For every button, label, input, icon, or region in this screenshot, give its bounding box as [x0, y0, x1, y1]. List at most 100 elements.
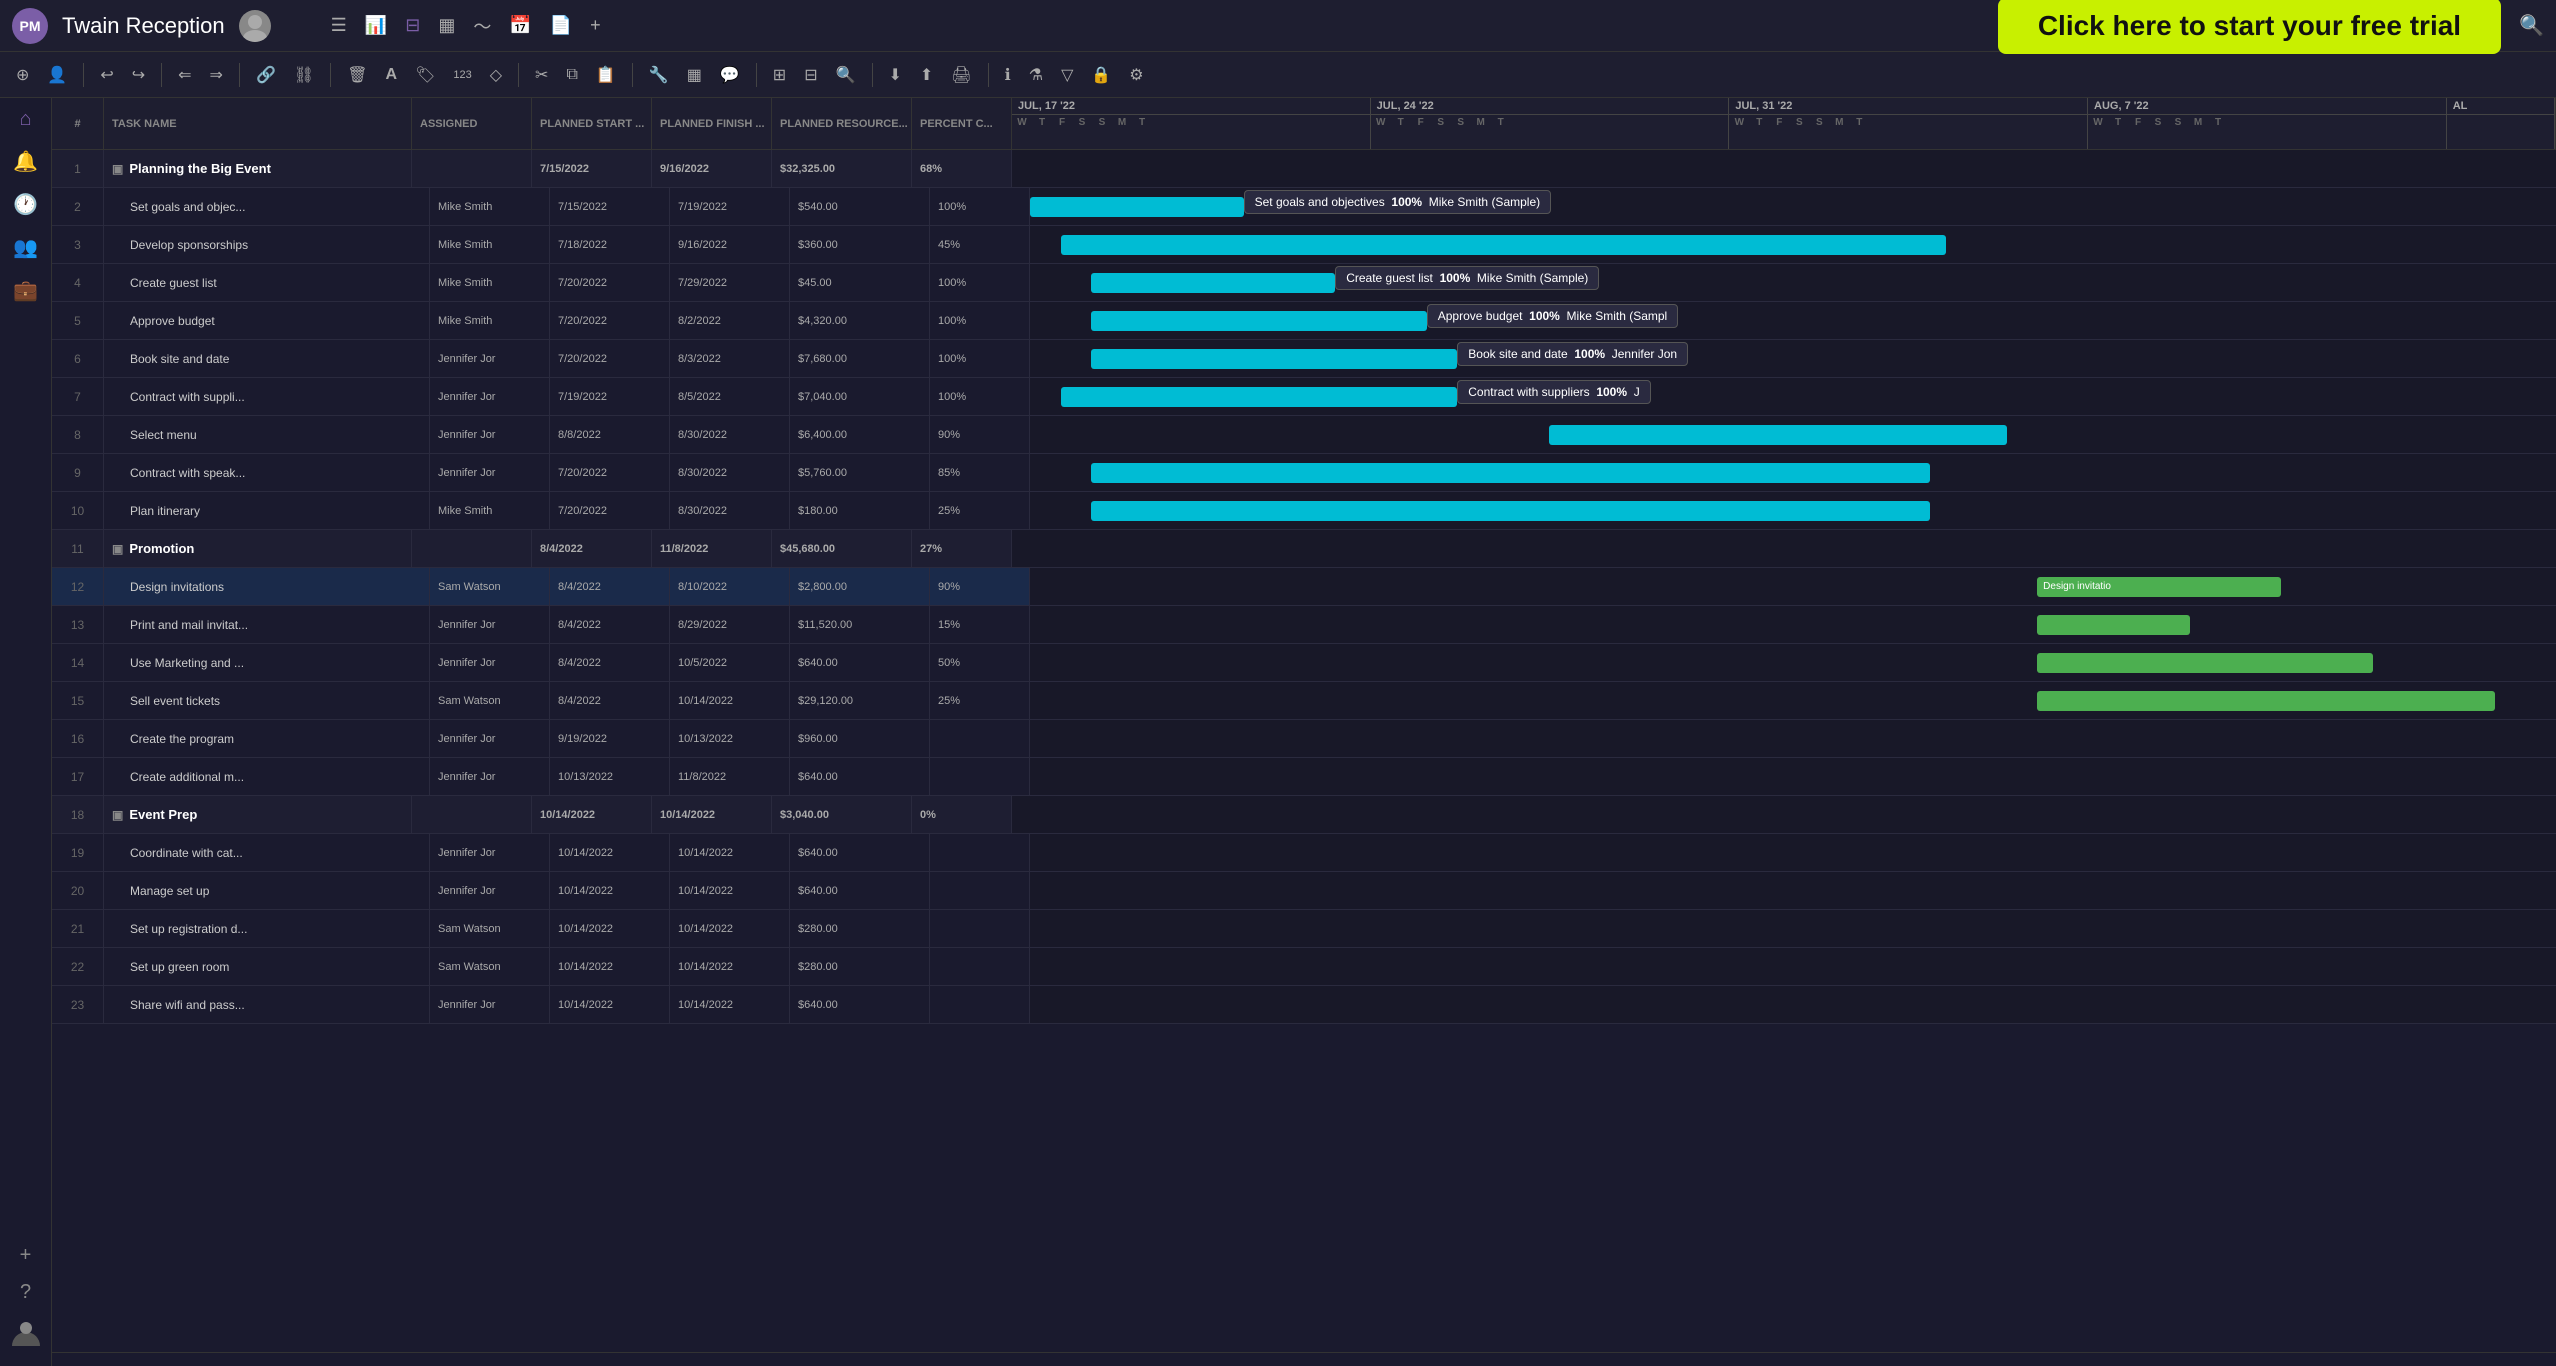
table-row[interactable]: 22 Set up green room Sam Watson 10/14/20… — [52, 948, 2556, 986]
funnel-button[interactable]: ▽ — [1055, 61, 1079, 89]
sidebar-add[interactable]: + — [20, 1244, 32, 1267]
main-area: ⌂ 🔔 🕐 👥 💼 + ? # TASK NAME ASSIGNED PLANN… — [0, 98, 2556, 1366]
table-row[interactable]: 17 Create additional m... Jennifer Jor 1… — [52, 758, 2556, 796]
tag-button[interactable]: 🏷 — [409, 61, 441, 89]
row-resource: $280.00 — [790, 948, 930, 985]
zoom-button[interactable]: 🔍 — [830, 61, 862, 89]
settings-button[interactable]: ⚙ — [1123, 61, 1149, 89]
table-row[interactable]: 15 Sell event tickets Sam Watson 8/4/202… — [52, 682, 2556, 720]
col-header-start[interactable]: PLANNED START ... — [532, 98, 652, 149]
col-header-resource[interactable]: PLANNED RESOURCE... — [772, 98, 912, 149]
gantt-bar — [2037, 615, 2190, 635]
gantt-active-icon[interactable]: ⊟ — [405, 15, 420, 36]
wrench-button[interactable]: 🔧 — [643, 61, 675, 89]
doc-icon[interactable]: 📄 — [550, 15, 572, 36]
table-row[interactable]: 10 Plan itinerary Mike Smith 7/20/2022 8… — [52, 492, 2556, 530]
table2-icon[interactable]: ▦ — [438, 15, 455, 36]
sidebar-notifications[interactable]: 🔔 — [13, 149, 38, 174]
sidebar-user-avatar[interactable] — [12, 1318, 40, 1352]
unlink-button[interactable]: ⛓ — [288, 61, 320, 89]
comment-button[interactable]: 💬 — [714, 61, 746, 89]
menu-icon[interactable]: ☰ — [331, 15, 347, 36]
row-num: 10 — [52, 492, 104, 529]
font-button[interactable]: A — [380, 62, 404, 88]
row-finish: 8/29/2022 — [670, 606, 790, 643]
table-row[interactable]: 4 Create guest list Mike Smith 7/20/2022… — [52, 264, 2556, 302]
table-row[interactable]: 16 Create the program Jennifer Jor 9/19/… — [52, 720, 2556, 758]
sidebar-help[interactable]: ? — [20, 1281, 31, 1304]
undo-button[interactable]: ↩ — [94, 61, 119, 89]
col-header-finish[interactable]: PLANNED FINISH ... — [652, 98, 772, 149]
lock-button[interactable]: 🔒 — [1085, 61, 1117, 89]
collapse-icon[interactable]: ▣ — [112, 542, 123, 556]
tl-day: S — [2148, 115, 2168, 130]
plus-icon[interactable]: + — [590, 15, 601, 36]
calendar-icon[interactable]: 📅 — [509, 15, 531, 36]
table-row[interactable]: 11 ▣Promotion 8/4/2022 11/8/2022 $45,680… — [52, 530, 2556, 568]
collapse-icon[interactable]: ▣ — [112, 808, 123, 822]
print-button[interactable]: 🖨 — [945, 61, 977, 89]
table-row[interactable]: 14 Use Marketing and ... Jennifer Jor 8/… — [52, 644, 2556, 682]
outdent-button[interactable]: ⇐ — [172, 61, 197, 89]
col-header-percent[interactable]: PERCENT C... — [912, 98, 1012, 149]
row-resource: $640.00 — [790, 834, 930, 871]
indent-button[interactable]: ⇒ — [204, 61, 229, 89]
search-icon[interactable]: 🔍 — [2519, 13, 2544, 38]
row-finish: 7/19/2022 — [670, 188, 790, 225]
sidebar-home[interactable]: ⌂ — [19, 108, 31, 131]
copy-button[interactable]: ⧉ — [560, 62, 583, 88]
diamond-button[interactable]: ◇ — [484, 61, 508, 89]
table-row[interactable]: 6 Book site and date Jennifer Jor 7/20/2… — [52, 340, 2556, 378]
wave-icon[interactable]: 〜 — [473, 13, 491, 39]
col-header-task[interactable]: TASK NAME — [104, 98, 412, 149]
table-row[interactable]: 21 Set up registration d... Sam Watson 1… — [52, 910, 2556, 948]
sidebar-clock[interactable]: 🕐 — [13, 192, 38, 217]
table-row[interactable]: 2 Set goals and objec... Mike Smith 7/15… — [52, 188, 2556, 226]
table-row[interactable]: 8 Select menu Jennifer Jor 8/8/2022 8/30… — [52, 416, 2556, 454]
info-button[interactable]: ℹ — [999, 61, 1017, 89]
table-row[interactable]: 12 Design invitations Sam Watson 8/4/202… — [52, 568, 2556, 606]
table-button[interactable]: ▦ — [681, 61, 708, 89]
paste-button[interactable]: 📋 — [590, 61, 622, 89]
separator — [756, 63, 757, 87]
chart-icon[interactable]: 📊 — [365, 15, 387, 36]
table-row[interactable]: 5 Approve budget Mike Smith 7/20/2022 8/… — [52, 302, 2556, 340]
table-row[interactable]: 9 Contract with speak... Jennifer Jor 7/… — [52, 454, 2556, 492]
gantt-cell — [1030, 226, 2556, 263]
tl-day: M — [1829, 115, 1849, 130]
table-row[interactable]: 20 Manage set up Jennifer Jor 10/14/2022… — [52, 872, 2556, 910]
col-header-assigned[interactable]: ASSIGNED — [412, 98, 532, 149]
table-row[interactable]: 23 Share wifi and pass... Jennifer Jor 1… — [52, 986, 2556, 1024]
filter-button[interactable]: ⚗ — [1023, 61, 1049, 89]
upload-button[interactable]: ⬆ — [914, 61, 939, 89]
row-finish: 8/30/2022 — [670, 454, 790, 491]
cut-button[interactable]: ✂ — [529, 61, 554, 89]
row-start: 10/14/2022 — [550, 948, 670, 985]
table-row[interactable]: 7 Contract with suppli... Jennifer Jor 7… — [52, 378, 2556, 416]
table-row[interactable]: 3 Develop sponsorships Mike Smith 7/18/2… — [52, 226, 2556, 264]
table-row[interactable]: 1 ▣Planning the Big Event 7/15/2022 9/16… — [52, 150, 2556, 188]
sidebar-briefcase[interactable]: 💼 — [13, 278, 38, 303]
add-task-button[interactable]: ⊕ — [10, 61, 35, 89]
table-row[interactable]: 13 Print and mail invitat... Jennifer Jo… — [52, 606, 2556, 644]
link-button[interactable]: 🔗 — [250, 61, 282, 89]
free-trial-button[interactable]: Click here to start your free trial — [1998, 0, 2501, 54]
table-row[interactable]: 18 ▣Event Prep 10/14/2022 10/14/2022 $3,… — [52, 796, 2556, 834]
sidebar-people[interactable]: 👥 — [13, 235, 38, 260]
trash-button[interactable]: 🗑 — [341, 61, 373, 89]
export-button[interactable]: ⬇ — [883, 61, 908, 89]
table-row[interactable]: 19 Coordinate with cat... Jennifer Jor 1… — [52, 834, 2556, 872]
row-percent: 0% — [912, 796, 1012, 833]
number-button[interactable]: 123 — [447, 65, 477, 85]
left-sidebar: ⌂ 🔔 🕐 👥 💼 + ? — [0, 98, 52, 1366]
row-num: 23 — [52, 986, 104, 1023]
row-finish: 7/29/2022 — [670, 264, 790, 301]
horizontal-scrollbar[interactable] — [52, 1352, 2556, 1366]
grid2-button[interactable]: ⊟ — [798, 61, 823, 89]
tl-day: T — [2208, 115, 2228, 130]
grid1-button[interactable]: ⊞ — [767, 61, 792, 89]
add-person-button[interactable]: 👤 — [41, 61, 73, 89]
redo-button[interactable]: ↪ — [126, 61, 151, 89]
collapse-icon[interactable]: ▣ — [112, 162, 123, 176]
tl-day: W — [1371, 115, 1391, 130]
